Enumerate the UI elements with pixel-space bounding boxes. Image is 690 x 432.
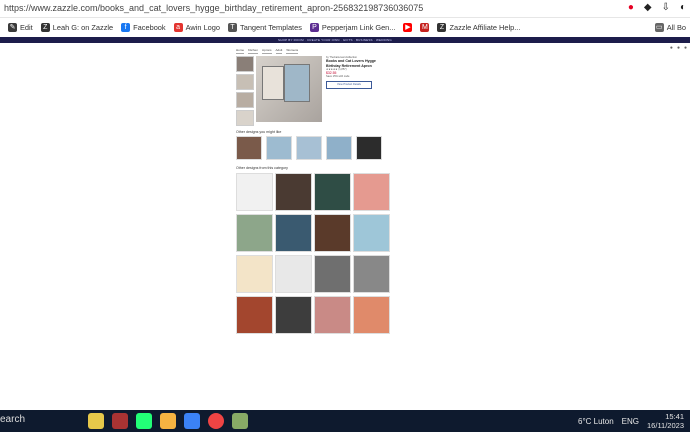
- product-card[interactable]: [314, 173, 351, 211]
- app-icon[interactable]: [136, 413, 152, 429]
- subnav-item[interactable]: Home: [236, 48, 245, 54]
- youtube-icon: ▶: [403, 23, 413, 32]
- subnav-item[interactable]: Adult: [275, 48, 283, 54]
- zazzle-icon: Z: [40, 23, 50, 32]
- clock[interactable]: 15:41 16/11/2023: [647, 412, 684, 430]
- also-like-row: [236, 136, 388, 160]
- download-icon[interactable]: ⇩: [662, 2, 670, 13]
- view-details-button[interactable]: View Product Details: [326, 80, 372, 89]
- product-card[interactable]: [353, 255, 390, 293]
- product-card[interactable]: [275, 296, 312, 334]
- user-icon[interactable]: ●: [670, 45, 673, 51]
- product-card[interactable]: [353, 296, 390, 334]
- app-icon[interactable]: [160, 413, 176, 429]
- product-card[interactable]: [326, 136, 352, 160]
- product-card[interactable]: [314, 214, 351, 252]
- chrome-icon[interactable]: [208, 413, 224, 429]
- bookmarks-bar: ✎ Edit Z Leah G: on Zazzle f Facebook a …: [0, 18, 690, 37]
- pencil-icon: ✎: [8, 23, 17, 32]
- price-note: Save 15% with code: [326, 75, 350, 79]
- taskbar-apps: [88, 413, 248, 429]
- browser-actions: ● ◆ ⇩ ◐: [628, 2, 686, 13]
- product-card[interactable]: [296, 136, 322, 160]
- taskbar-search[interactable]: earch: [0, 414, 25, 425]
- thumbnail[interactable]: [236, 92, 254, 108]
- product-card[interactable]: [353, 173, 390, 211]
- section-title-also-like: Other designs you might like: [236, 130, 282, 134]
- product-card[interactable]: [314, 296, 351, 334]
- thumbnail[interactable]: [236, 74, 254, 90]
- product-page: Home Kitchen Aprons Adult Womens by TheC…: [236, 48, 390, 334]
- category-grid: [236, 173, 390, 334]
- bookmark-zazzle-help[interactable]: Z Zazzle Affiliate Help...: [437, 23, 520, 32]
- product-card[interactable]: [236, 255, 273, 293]
- cart-icon[interactable]: ●: [677, 45, 680, 51]
- product-card[interactable]: [275, 214, 312, 252]
- awin-icon: a: [173, 23, 183, 32]
- product-card[interactable]: [275, 255, 312, 293]
- pinterest-icon[interactable]: ●: [628, 2, 634, 13]
- bookmark-leah[interactable]: Z Leah G: on Zazzle: [40, 23, 113, 32]
- lang-indicator[interactable]: ENG: [622, 417, 639, 426]
- thumbnail-list: [236, 56, 254, 128]
- product-card[interactable]: [275, 173, 312, 211]
- product-card[interactable]: [236, 136, 262, 160]
- address-bar[interactable]: https://www.zazzle.com/books_and_cat_lov…: [0, 0, 690, 18]
- more-icon[interactable]: ●: [684, 45, 687, 51]
- pepperjam-icon: P: [309, 23, 319, 32]
- breadcrumb-nav: Home Kitchen Aprons Adult Womens: [236, 48, 388, 54]
- subnav-item[interactable]: Kitchen: [248, 48, 259, 54]
- site-nav: SHOP BY ROOM · CREATE YOUR OWN · GIFTS ·…: [0, 37, 690, 43]
- bookmark-tangent[interactable]: T Tangent Templates: [228, 23, 302, 32]
- bookmark-facebook[interactable]: f Facebook: [121, 23, 166, 32]
- bookmark-all[interactable]: ▭ All Bo: [654, 23, 686, 32]
- weather-text[interactable]: 6°C Luton: [578, 417, 614, 426]
- profile-icon[interactable]: ◐: [680, 2, 686, 13]
- facebook-icon: f: [121, 23, 131, 32]
- gmail-icon: M: [420, 23, 430, 32]
- tangent-icon: T: [228, 23, 238, 32]
- product-card[interactable]: [266, 136, 292, 160]
- bookmark-gmail[interactable]: M: [420, 23, 430, 32]
- app-icon[interactable]: [112, 413, 128, 429]
- zazzle-icon: Z: [437, 23, 447, 32]
- product-hero: by TheCatLoversCollection Books and Cat …: [236, 56, 388, 126]
- site-nav-text: SHOP BY ROOM · CREATE YOUR OWN · GIFTS ·…: [278, 38, 392, 42]
- thumbnail[interactable]: [236, 110, 254, 126]
- product-card[interactable]: [353, 214, 390, 252]
- taskbar: earch 6°C Luton ENG 15:41 16/11/2023: [0, 410, 690, 432]
- extension-icon[interactable]: ◆: [644, 2, 652, 13]
- subnav-item[interactable]: Aprons: [262, 48, 272, 54]
- product-info: by TheCatLoversCollection Books and Cat …: [326, 56, 388, 89]
- bookmark-awin[interactable]: a Awin Logo: [173, 23, 220, 32]
- subnav-item[interactable]: Womens: [286, 48, 299, 54]
- product-card[interactable]: [236, 173, 273, 211]
- bookmark-pepperjam[interactable]: P Pepperjam Link Gen...: [309, 23, 395, 32]
- app-icon[interactable]: [184, 413, 200, 429]
- apron-image: [284, 64, 310, 102]
- apron-image: [262, 66, 284, 100]
- app-icon[interactable]: [88, 413, 104, 429]
- section-title-same-category: Other designs from this category: [236, 166, 288, 170]
- bookmark-youtube[interactable]: ▶: [403, 23, 413, 32]
- product-card[interactable]: [236, 214, 273, 252]
- product-title: Books and Cat Lovers Hygge Birthday Reti…: [326, 59, 376, 68]
- product-card[interactable]: [236, 296, 273, 334]
- thumbnail[interactable]: [236, 56, 254, 72]
- system-tray: 6°C Luton ENG 15:41 16/11/2023: [578, 412, 684, 430]
- site-tools: ● ● ●: [670, 45, 687, 51]
- url-text[interactable]: https://www.zazzle.com/books_and_cat_lov…: [4, 3, 423, 13]
- product-card[interactable]: [356, 136, 382, 160]
- bookmark-edit[interactable]: ✎ Edit: [8, 23, 33, 32]
- product-card[interactable]: [314, 255, 351, 293]
- folder-icon: ▭: [654, 23, 664, 32]
- app-icon[interactable]: [232, 413, 248, 429]
